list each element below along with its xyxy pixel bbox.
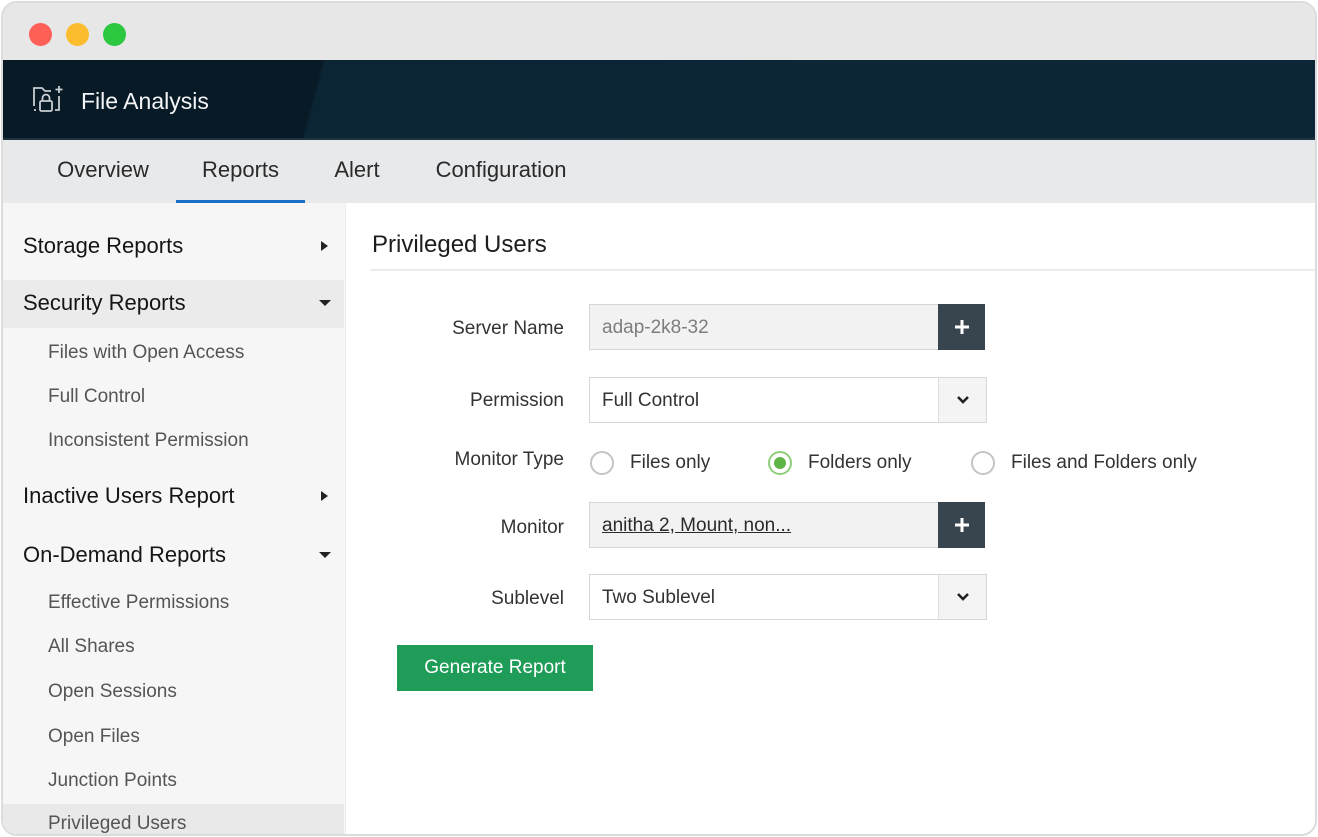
chevron-down-icon: [956, 593, 969, 601]
reports-sidebar: Storage Reports Security Reports Files w…: [3, 203, 346, 834]
caret-right-icon: [318, 489, 330, 503]
radio-button-checked[interactable]: [768, 451, 792, 475]
sidebar-item-open-files[interactable]: Open Files: [3, 717, 344, 757]
radio-label: Folders only: [808, 452, 912, 473]
sidebar-item-label: Junction Points: [48, 770, 177, 791]
server-name-field[interactable]: adap-2k8-32: [589, 304, 985, 350]
sidebar-item-junction-points[interactable]: Junction Points: [3, 761, 344, 801]
page-title: Privileged Users: [372, 231, 547, 258]
sidebar-group-inactive-users-report[interactable]: Inactive Users Report: [3, 473, 344, 521]
sublevel-label: Sublevel: [491, 588, 564, 609]
maximize-window-button[interactable]: [103, 23, 126, 46]
tab-label: Overview: [57, 157, 149, 182]
title-divider: [370, 269, 1315, 271]
permission-value: Full Control: [602, 390, 700, 411]
tab-label: Alert: [334, 157, 380, 182]
tab-alert[interactable]: Alert: [328, 140, 386, 203]
sublevel-value: Two Sublevel: [602, 587, 716, 608]
tab-label: Reports: [201, 157, 280, 182]
sidebar-item-label: Effective Permissions: [48, 592, 230, 613]
main-tabs: Overview Reports Alert Configuration: [3, 140, 1315, 203]
app-header: File Analysis: [3, 60, 1315, 140]
sidebar-item-files-with-open-access[interactable]: Files with Open Access: [3, 333, 344, 373]
plus-icon: [954, 320, 969, 334]
sidebar-item-label: Files with Open Access: [48, 342, 245, 363]
sidebar-group-security-reports[interactable]: Security Reports: [3, 280, 344, 328]
server-name-value: adap-2k8-32: [602, 317, 709, 338]
radio-files-and-folders-only[interactable]: Files and Folders only: [971, 448, 1211, 478]
sidebar-item-privileged-users[interactable]: Privileged Users: [3, 804, 344, 834]
sidebar-item-label: Inconsistent Permission: [48, 430, 249, 451]
add-monitor-button[interactable]: [938, 502, 985, 548]
sidebar-group-on-demand-reports[interactable]: On-Demand Reports: [3, 532, 344, 580]
tab-configuration[interactable]: Configuration: [429, 140, 573, 203]
sublevel-select[interactable]: Two Sublevel: [589, 574, 987, 620]
monitor-value-link[interactable]: anitha 2, Mount, non...: [602, 515, 791, 537]
sidebar-item-open-sessions[interactable]: Open Sessions: [3, 672, 344, 712]
app-title: File Analysis: [81, 88, 209, 114]
sublevel-dropdown-button[interactable]: [938, 575, 986, 619]
sidebar-group-storage-reports[interactable]: Storage Reports: [3, 223, 344, 271]
sidebar-item-label: Full Control: [48, 386, 146, 407]
radio-files-only[interactable]: Files only: [590, 448, 720, 478]
sidebar-item-all-shares[interactable]: All Shares: [3, 627, 344, 667]
sidebar-group-label: On-Demand Reports: [23, 542, 226, 567]
caret-down-icon: [318, 296, 331, 310]
monitor-field[interactable]: anitha 2, Mount, non...: [589, 502, 985, 548]
sidebar-item-inconsistent-permission[interactable]: Inconsistent Permission: [3, 421, 344, 461]
sidebar-item-label: Open Files: [48, 726, 140, 747]
sidebar-item-full-control[interactable]: Full Control: [3, 377, 344, 417]
radio-label: Files and Folders only: [1011, 452, 1197, 473]
sidebar-item-effective-permissions[interactable]: Effective Permissions: [3, 583, 344, 623]
minimize-window-button[interactable]: [66, 23, 89, 46]
server-name-label: Server Name: [452, 318, 564, 339]
tab-reports[interactable]: Reports: [176, 140, 305, 203]
plus-icon: [954, 518, 969, 532]
permission-dropdown-button[interactable]: [938, 378, 986, 422]
sidebar-group-label: Security Reports: [23, 290, 186, 315]
window-titlebar: [3, 3, 1315, 60]
radio-label: Files only: [630, 452, 711, 473]
monitor-label: Monitor: [500, 517, 564, 538]
tab-label: Configuration: [435, 157, 567, 182]
caret-right-icon: [318, 239, 330, 253]
sidebar-group-label: Storage Reports: [23, 233, 184, 258]
chevron-down-icon: [956, 396, 969, 404]
sidebar-item-label: Open Sessions: [48, 681, 177, 702]
report-form-panel: Privileged Users Server Name adap-2k8-32…: [348, 203, 1315, 834]
tab-overview[interactable]: Overview: [51, 140, 155, 203]
radio-folders-only[interactable]: Folders only: [768, 448, 928, 478]
radio-button[interactable]: [971, 451, 995, 475]
app-window: File Analysis Overview Reports Alert Con…: [1, 1, 1317, 836]
folder-lock-plus-icon: [31, 84, 67, 116]
permission-select[interactable]: Full Control: [589, 377, 987, 423]
close-window-button[interactable]: [29, 23, 52, 46]
caret-down-icon: [318, 548, 331, 562]
radio-button[interactable]: [590, 451, 614, 475]
add-server-button[interactable]: [938, 304, 985, 350]
generate-report-button[interactable]: Generate Report: [397, 645, 593, 691]
permission-label: Permission: [470, 390, 564, 411]
sidebar-group-label: Inactive Users Report: [23, 483, 235, 508]
monitor-type-label: Monitor Type: [454, 449, 564, 470]
sidebar-item-label: Privileged Users: [48, 813, 187, 834]
sidebar-item-label: All Shares: [48, 636, 135, 657]
